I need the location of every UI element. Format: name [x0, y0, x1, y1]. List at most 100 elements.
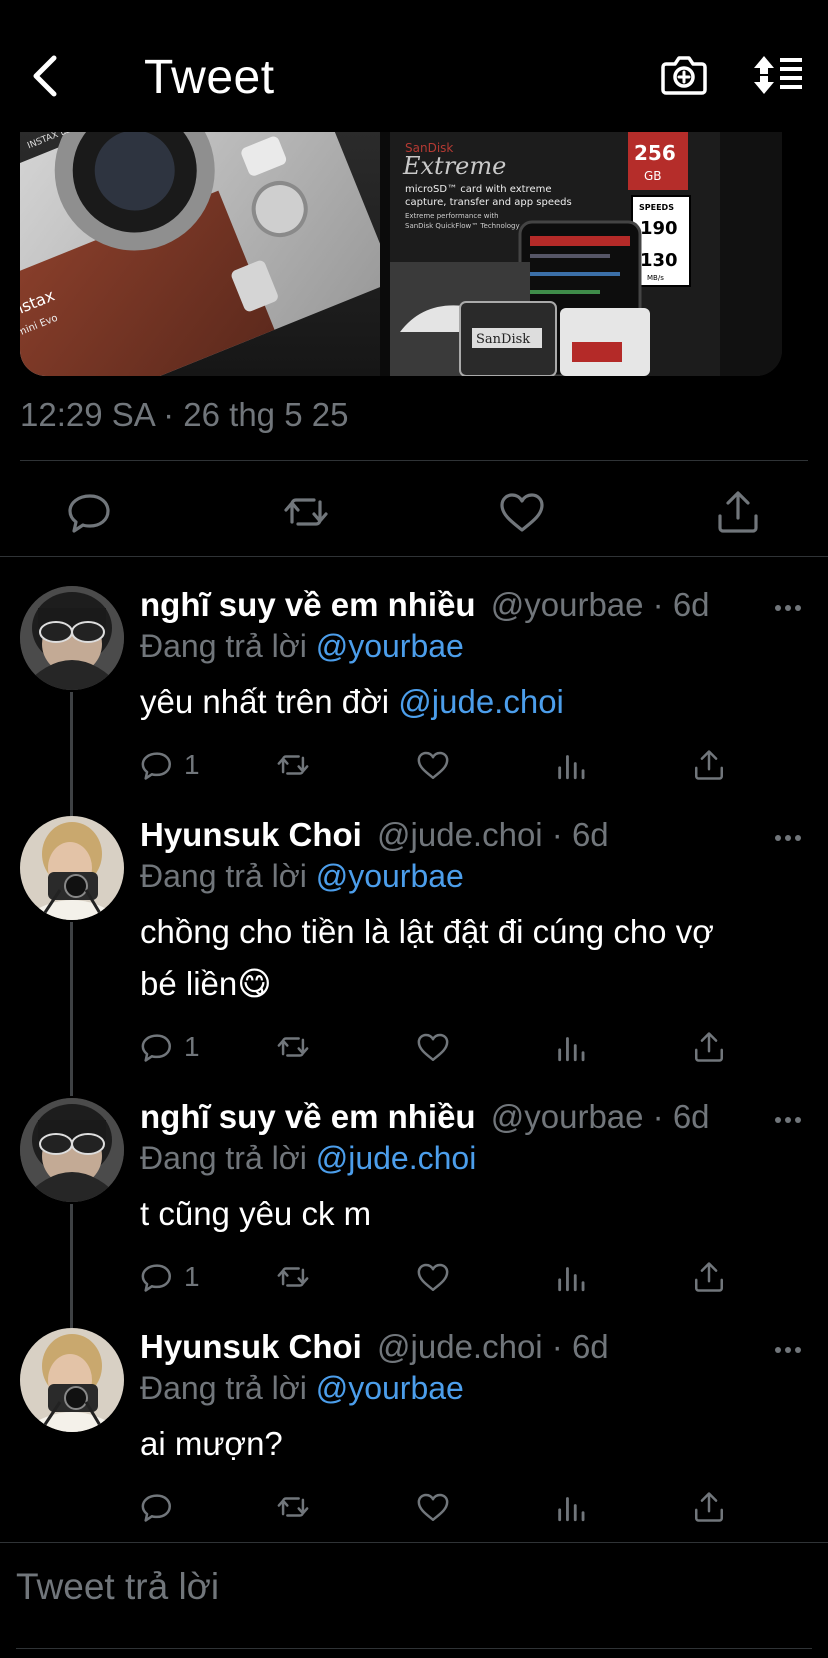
- more-options-button[interactable]: [774, 1342, 802, 1353]
- heart-icon[interactable]: [416, 748, 450, 782]
- page-title: Tweet: [144, 51, 275, 104]
- sd-read-text: 190: [640, 218, 678, 239]
- replying-to-line: Đang trả lời @yourbae: [140, 1370, 464, 1407]
- sd-desc-1: microSD™ card with extreme: [405, 184, 552, 195]
- more-dots-icon: [775, 835, 801, 841]
- thread-connector: [70, 692, 73, 816]
- analytics-icon[interactable]: [554, 1490, 588, 1524]
- reply-action-bar: 1: [140, 1030, 820, 1070]
- share-icon[interactable]: [692, 748, 726, 782]
- divider: [0, 556, 828, 557]
- display-name[interactable]: nghĩ suy về em nhiều: [140, 586, 476, 623]
- more-options-button[interactable]: [774, 1112, 802, 1123]
- analytics-icon[interactable]: [554, 1260, 588, 1294]
- replying-mention[interactable]: @yourbae: [316, 858, 464, 894]
- display-name[interactable]: Hyunsuk Choi: [140, 816, 362, 853]
- replying-prefix: Đang trả lời: [140, 1370, 307, 1406]
- reply-count: 1: [184, 1261, 200, 1292]
- share-icon[interactable]: [692, 1030, 726, 1064]
- reply-text: yêu nhất trên đời @jude.choi: [140, 676, 800, 728]
- replying-prefix: Đang trả lời: [140, 1140, 307, 1176]
- divider: [16, 1648, 812, 1649]
- reply-count: 1: [184, 749, 200, 780]
- back-button[interactable]: [26, 52, 66, 100]
- sort-replies-icon: [754, 56, 802, 94]
- like-button[interactable]: [498, 488, 546, 536]
- thread-connector: [70, 922, 73, 1096]
- chevron-left-icon: [33, 55, 57, 97]
- heart-icon[interactable]: [416, 1030, 450, 1064]
- replying-prefix: Đang trả lời: [140, 628, 307, 664]
- reply-icon[interactable]: [140, 748, 174, 782]
- share-icon[interactable]: [692, 1490, 726, 1524]
- reply-header: Hyunsuk Choi @jude.choi · 6d: [140, 816, 808, 860]
- share-button[interactable]: [714, 488, 762, 536]
- sd-line-text: Extreme: [402, 152, 506, 180]
- sd-unit-text: GB: [644, 169, 662, 183]
- sd-speeds-text: SPEEDS: [639, 203, 674, 212]
- sd-card-label: SanDisk: [476, 332, 530, 347]
- handle-and-time: @jude.choi · 6d: [377, 816, 609, 853]
- divider: [20, 460, 808, 461]
- replying-to-line: Đang trả lời @yourbae: [140, 628, 464, 665]
- analytics-icon[interactable]: [554, 1030, 588, 1064]
- replying-mention[interactable]: @yourbae: [316, 1370, 464, 1406]
- display-name[interactable]: nghĩ suy về em nhiều: [140, 1098, 476, 1135]
- retweet-icon[interactable]: [276, 748, 310, 782]
- heart-icon[interactable]: [416, 1490, 450, 1524]
- analytics-icon[interactable]: [554, 748, 588, 782]
- more-dots-icon: [775, 1117, 801, 1123]
- sd-desc-2: capture, transfer and app speeds: [405, 197, 572, 208]
- sd-desc-4: SanDisk QuickFlow™ Technology: [405, 222, 520, 230]
- reply-header: nghĩ suy về em nhiều @yourbae · 6d: [140, 1098, 808, 1142]
- reply-text-body: yêu nhất trên đời: [140, 683, 399, 720]
- camera-add-icon: [661, 56, 707, 95]
- retweet-button[interactable]: [282, 488, 330, 536]
- sd-write-text: 130: [640, 250, 678, 271]
- reply-header: nghĩ suy về em nhiều @yourbae · 6d: [140, 586, 808, 630]
- replying-prefix: Đang trả lời: [140, 858, 307, 894]
- replying-to-line: Đang trả lời @yourbae: [140, 858, 464, 895]
- display-name[interactable]: Hyunsuk Choi: [140, 1328, 362, 1365]
- camera-button[interactable]: [660, 52, 708, 96]
- reply-text-line: bé liền😋: [140, 965, 272, 1002]
- retweet-icon[interactable]: [276, 1030, 310, 1064]
- more-dots-icon: [775, 605, 801, 611]
- thread-connector: [70, 1204, 73, 1328]
- tweet-action-bar: [0, 480, 828, 552]
- replying-mention[interactable]: @yourbae: [316, 628, 464, 664]
- reply-icon[interactable]: [140, 1030, 174, 1064]
- avatar[interactable]: [20, 586, 124, 690]
- divider: [0, 1542, 828, 1543]
- reply-button[interactable]: [66, 488, 114, 536]
- avatar[interactable]: [20, 1328, 124, 1432]
- reply-composer-input[interactable]: Tweet trả lời: [16, 1566, 219, 1608]
- reply-action-bar: 1: [140, 1260, 820, 1300]
- replying-to-line: Đang trả lời @jude.choi: [140, 1140, 476, 1177]
- retweet-icon[interactable]: [276, 1490, 310, 1524]
- reply-text-line: chồng cho tiền là lật đật đi cúng cho vợ: [140, 913, 714, 950]
- reply-icon[interactable]: [140, 1490, 174, 1524]
- sort-replies-button[interactable]: [752, 54, 804, 96]
- more-options-button[interactable]: [774, 600, 802, 611]
- share-icon: [718, 491, 758, 533]
- text-mention[interactable]: @jude.choi: [398, 683, 564, 720]
- heart-icon: [500, 493, 544, 532]
- avatar[interactable]: [20, 1098, 124, 1202]
- retweet-icon[interactable]: [276, 1260, 310, 1294]
- handle-and-time: @yourbae · 6d: [490, 1098, 710, 1135]
- more-dots-icon: [775, 1347, 801, 1353]
- replying-mention[interactable]: @jude.choi: [316, 1140, 477, 1176]
- reply-icon[interactable]: [140, 1260, 174, 1294]
- share-icon[interactable]: [692, 1260, 726, 1294]
- reply-text: ai mượn?: [140, 1425, 283, 1462]
- reply-icon: [68, 494, 110, 533]
- heart-icon[interactable]: [416, 1260, 450, 1294]
- tweet-timestamp: 12:29 SA · 26 thg 5 25: [20, 396, 349, 433]
- retweet-icon: [284, 498, 328, 526]
- more-options-button[interactable]: [774, 830, 802, 841]
- tweet-photo[interactable]: instax mini Evo INSTAX LENS SanDisk Extr…: [20, 132, 782, 376]
- handle-and-time: @yourbae · 6d: [490, 586, 710, 623]
- avatar[interactable]: [20, 816, 124, 920]
- reply-header: Hyunsuk Choi @jude.choi · 6d: [140, 1328, 808, 1372]
